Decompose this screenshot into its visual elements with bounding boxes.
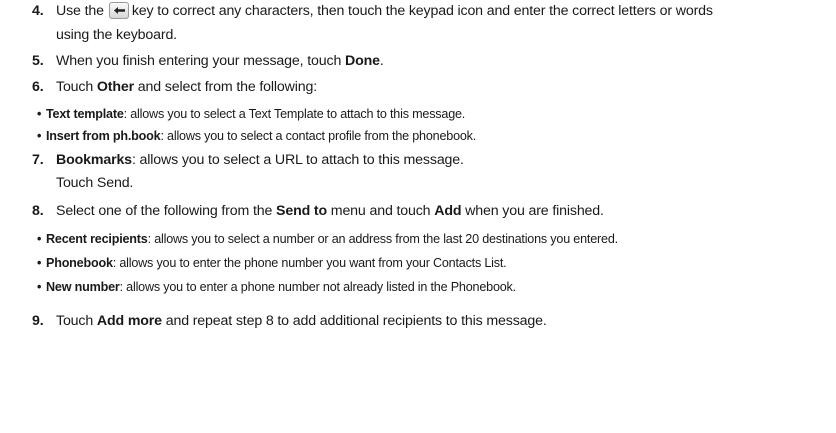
bold-term: Add more <box>96 313 162 329</box>
step-text: and select from the following: <box>134 79 318 95</box>
step-text: and repeat step 8 to add additional reci… <box>161 313 547 329</box>
step-number: 7. <box>32 152 44 168</box>
step-text-continued: using the keyboard. <box>56 27 177 43</box>
step-number: 4. <box>32 3 44 19</box>
bullet-dot-icon: • <box>37 280 42 294</box>
bullet-desc: : allows you to enter the phone number y… <box>112 256 507 270</box>
bullet-dot-icon: • <box>37 256 42 270</box>
step-number: 6. <box>32 79 44 95</box>
bullet-dot-icon: • <box>37 107 42 121</box>
bullet-desc: : allows you to enter a phone number not… <box>119 280 517 294</box>
step-text: Touch <box>56 313 97 329</box>
step-text: Select one of the following from the <box>56 203 277 219</box>
bullet-dot-icon: • <box>37 129 42 143</box>
step-text: : allows you to select a URL to attach t… <box>131 152 464 168</box>
backspace-arrow-icon <box>108 2 129 19</box>
bullet-item: • Recent recipients: allows you to select… <box>37 231 618 247</box>
bullet-term: Text template <box>46 107 124 121</box>
bold-term: Add <box>434 203 462 219</box>
bullet-item: • Insert from ph.book: allows you to sele… <box>37 128 476 144</box>
step-text: menu and touch <box>326 203 435 219</box>
bullet-desc: : allows you to select a contact profile… <box>160 129 477 143</box>
bold-term: Other <box>96 79 134 95</box>
bullet-term: New number <box>46 280 120 294</box>
bullet-dot-icon: • <box>37 232 42 246</box>
bullet-item: • Phonebook: allows you to enter the phon… <box>37 255 507 271</box>
bullet-item: • Text template: allows you to select a T… <box>37 106 465 122</box>
step-number: 9. <box>32 313 44 329</box>
step-text-continued: Touch Send. <box>56 175 134 191</box>
step-text: Use the <box>56 3 104 19</box>
bold-term: Bookmarks <box>56 152 132 168</box>
step-text: When you finish entering your message, t… <box>56 53 345 69</box>
bullet-term: Phonebook <box>46 256 113 270</box>
step-text: when you are finished. <box>461 203 604 219</box>
bullet-term: Recent recipients <box>46 232 148 246</box>
bullet-item: • New number: allows you to enter a phone… <box>37 279 516 295</box>
manual-page: 4. Use the key to correct any characters,… <box>0 0 836 433</box>
bullet-term: Insert from ph.book <box>46 129 161 143</box>
step-text: key to correct any characters, then touc… <box>131 3 713 19</box>
step-number: 5. <box>32 53 44 69</box>
bullet-desc: : allows you to select a Text Template t… <box>123 107 466 121</box>
bold-term: Send to <box>276 203 327 219</box>
step-text: . <box>379 53 384 69</box>
bullet-desc: : allows you to select a number or an ad… <box>147 232 619 246</box>
step-text: Touch <box>56 79 97 95</box>
bold-term: Done <box>345 53 380 69</box>
step-number: 8. <box>32 203 44 219</box>
